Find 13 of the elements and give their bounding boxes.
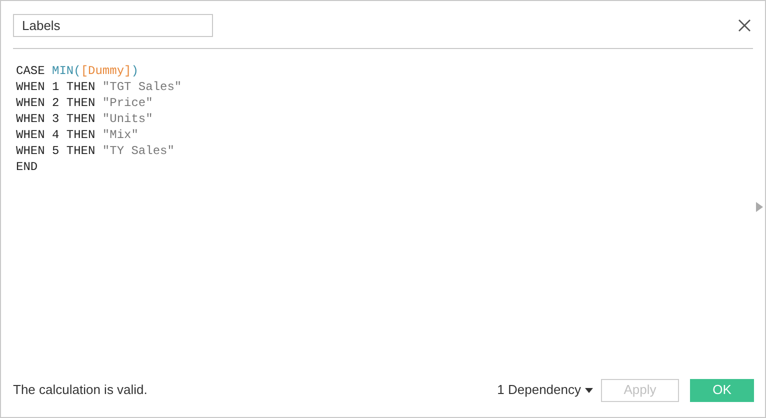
close-icon[interactable]	[738, 19, 751, 32]
code-line: WHEN 1 THEN "TGT Sales"	[16, 79, 183, 95]
code-line: END	[16, 159, 39, 175]
caret-icon	[585, 388, 593, 392]
code-line: CASE MIN([Dummy])	[16, 63, 140, 79]
code-line: WHEN 4 THEN "Mix"	[16, 127, 140, 143]
code-line: WHEN 2 THEN "Price"	[16, 95, 154, 111]
name-field[interactable]: Labels	[13, 14, 213, 37]
code-line: WHEN 5 THEN "TY Sales"	[16, 143, 176, 159]
validation-message: The calculation is valid.	[13, 381, 148, 400]
dependency-dropdown[interactable]: 1 Dependency	[497, 380, 593, 400]
code-editor[interactable]: CASE MIN([Dummy]) WHEN 1 THEN "TGT Sales" WHEN 2 THEN "Price" WHEN 3 THEN "Units" WHEN 4 THEN "Mix" WHEN 5 THEN "TY Sales" END	[1, 49, 756, 375]
code-line: WHEN 3 THEN "Units"	[16, 111, 154, 127]
